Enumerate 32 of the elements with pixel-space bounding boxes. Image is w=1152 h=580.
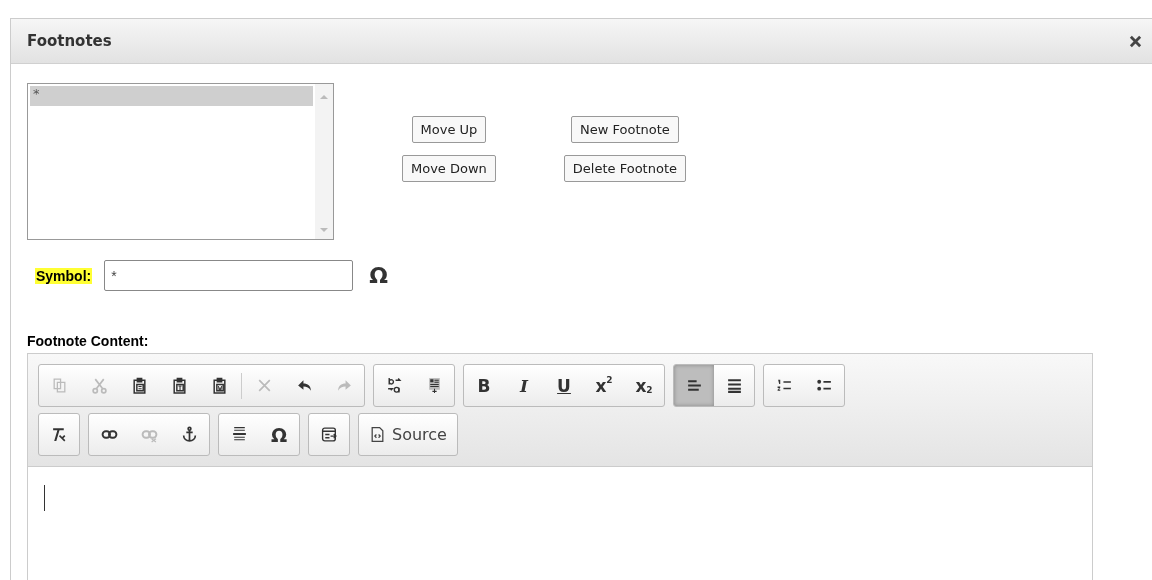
symbol-picker[interactable]: Ω (369, 263, 388, 288)
anchor-icon (180, 426, 198, 443)
text-cursor (44, 485, 45, 511)
dialog-button[interactable]: New Footnote (571, 116, 679, 143)
symbol-label: Symbol: (35, 267, 93, 284)
clear-format-icon (50, 426, 68, 443)
lines-icon (230, 426, 248, 443)
window-title: Footnotes (27, 32, 112, 50)
replace-icon (385, 377, 403, 394)
format-button[interactable]: x2 (624, 365, 664, 406)
clipboard-icon (170, 377, 188, 394)
format-button[interactable]: B (464, 365, 504, 406)
source-button[interactable]: Source (359, 414, 457, 455)
clipboard-icon (210, 377, 228, 394)
embed-icon (320, 426, 338, 443)
format-button[interactable]: Ω (259, 414, 299, 455)
source-icon (369, 426, 386, 443)
footnote-list[interactable]: * (27, 83, 334, 240)
format-button[interactable]: I (504, 365, 544, 406)
close-icon[interactable] (1129, 34, 1142, 48)
clipboard-icon (130, 377, 148, 394)
numbered-list-icon (775, 377, 793, 394)
list-item[interactable]: * (30, 86, 313, 106)
format-button[interactable]: U (544, 365, 584, 406)
dialog-button[interactable]: Move Down (402, 155, 496, 182)
dialog-button[interactable]: Delete Footnote (563, 155, 686, 182)
scissors-icon (90, 377, 108, 394)
symbol-field[interactable]: * (104, 260, 354, 291)
content-label: Footnote Content: (27, 333, 150, 349)
justify-icon (725, 377, 743, 394)
dialog-button[interactable]: Move Up (411, 116, 487, 143)
align-left-icon (685, 377, 703, 394)
